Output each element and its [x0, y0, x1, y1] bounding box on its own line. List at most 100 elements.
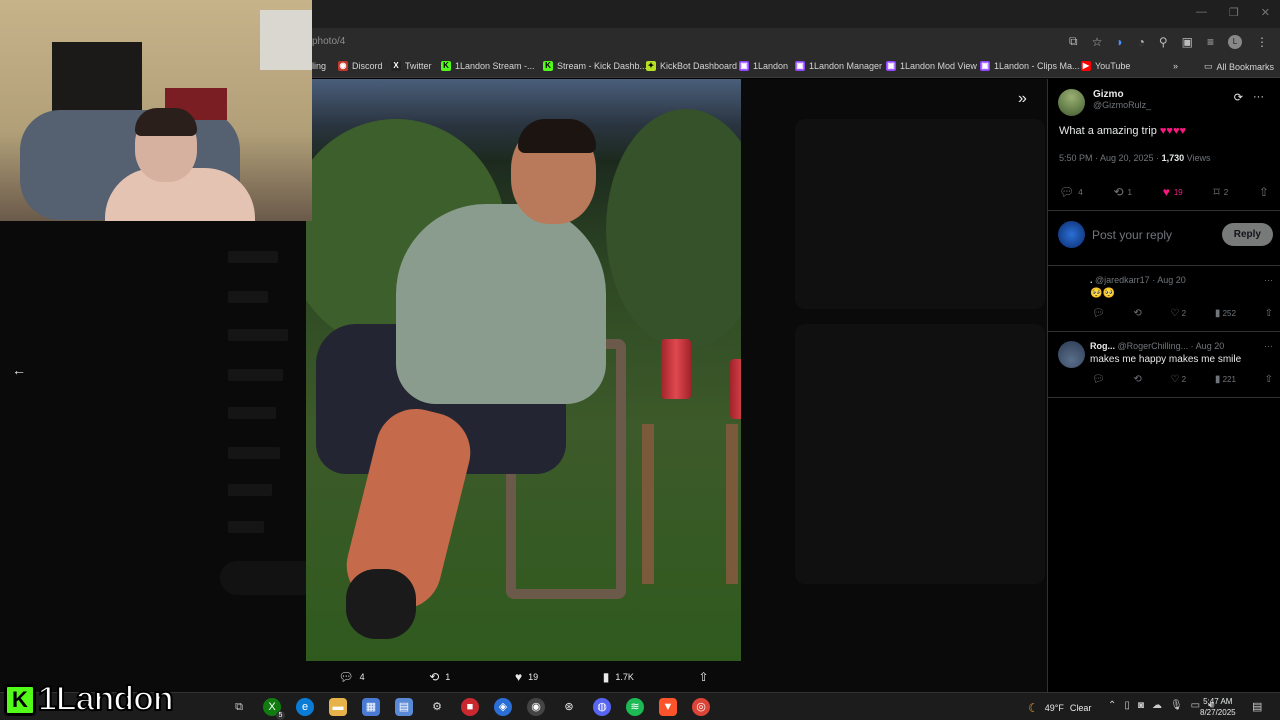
store-icon[interactable]: ▦: [362, 698, 380, 716]
photo-reply-button[interactable]: 💬︎ 4: [338, 670, 364, 684]
share-icon[interactable]: ⇧: [1265, 308, 1273, 319]
like-button[interactable]: ♡ 2: [1170, 308, 1186, 319]
discord-icon[interactable]: ◍: [593, 698, 611, 716]
settings-gear-icon[interactable]: ⚙: [428, 698, 446, 716]
repost-button[interactable]: ⟲ 1: [1113, 185, 1132, 199]
post-photo[interactable]: [306, 79, 741, 661]
avatar[interactable]: [1058, 89, 1085, 116]
bookmark-label: KickBot Dashboard: [660, 61, 738, 71]
install-app-icon[interactable]: ⧉: [1069, 34, 1078, 49]
share-button[interactable]: ⇧: [1259, 185, 1269, 199]
incognito-icon[interactable]: ◔: [1138, 35, 1145, 49]
more-options-icon[interactable]: ···: [1264, 275, 1273, 285]
taskbar-clock[interactable]: 5:47 AM 8/27/2025: [1200, 696, 1236, 718]
reply-author-handle[interactable]: @jaredkarr17 · Aug 20: [1095, 275, 1186, 285]
bookmark-item[interactable]: ▣ 1Landon - Clips Ma...: [980, 61, 1080, 71]
all-bookmarks[interactable]: ▭ All Bookmarks: [1204, 61, 1274, 72]
calculator-icon[interactable]: ▤: [395, 698, 413, 716]
bookmark-item[interactable]: ▶ YouTube: [1081, 61, 1130, 71]
profile-avatar[interactable]: L: [1228, 34, 1242, 49]
xbox-icon[interactable]: X5: [263, 698, 285, 720]
bookmark-button[interactable]: ⌑ 2: [1214, 185, 1229, 199]
tweet-timestamp[interactable]: 5:50 PM · Aug 20, 2025 ·: [1059, 153, 1159, 163]
tweet-author-handle[interactable]: @GizmoRulz_: [1093, 100, 1151, 110]
bookmark-item[interactable]: ▣ 1Landon: [739, 61, 788, 71]
weather-temperature: 49°F: [1044, 703, 1064, 713]
sidebar-icon[interactable]: ▣: [1182, 35, 1193, 49]
reply-author-name[interactable]: Rog...: [1090, 341, 1115, 351]
file-explorer-icon[interactable]: ▬: [329, 698, 347, 716]
tweet-author-name[interactable]: Gizmo: [1093, 89, 1151, 100]
microphone-icon[interactable]: 🎙︎: [1170, 700, 1183, 711]
bookmark-item[interactable]: ◉ Discord: [338, 61, 383, 71]
chevron-up-icon[interactable]: ⌃: [1108, 700, 1116, 711]
tray-app-icon[interactable]: ▯: [1124, 700, 1130, 711]
repost-icon[interactable]: ⟲: [1133, 374, 1141, 385]
menu-kebab-icon[interactable]: ⋮: [1256, 35, 1268, 49]
steam-icon[interactable]: ⊛: [560, 698, 578, 716]
views-icon: ▮: [1214, 374, 1221, 385]
like-button[interactable]: ♡ 2: [1170, 374, 1186, 385]
weather-widget[interactable]: ☾ 49°F Clear: [1028, 701, 1091, 715]
back-arrow-icon[interactable]: ←: [12, 362, 26, 378]
task-view-icon[interactable]: ⧉: [230, 698, 248, 716]
vpn-icon[interactable]: ◈: [494, 698, 512, 716]
extension-icon[interactable]: ◗: [1116, 35, 1123, 49]
bookmark-item[interactable]: ▣ 1Landon Mod View: [886, 61, 977, 71]
recording-app-icon[interactable]: ■: [461, 698, 479, 716]
heart-icon: ♡: [1170, 374, 1180, 385]
media-icon[interactable]: ≡: [1207, 35, 1214, 49]
grok-icon[interactable]: ⟳: [1234, 91, 1243, 104]
expand-panel-icon[interactable]: »: [1018, 90, 1027, 108]
reply-author-handle[interactable]: @RogerChilling... · Aug 20: [1118, 341, 1225, 351]
notification-icon[interactable]: ▤: [1252, 700, 1262, 713]
more-options-icon[interactable]: ···: [1253, 91, 1264, 104]
share-icon[interactable]: ⇧: [1265, 374, 1273, 385]
url-text[interactable]: photo/4: [312, 36, 345, 47]
bookmark-item[interactable]: K Stream - Kick Dashb...: [543, 61, 647, 71]
like-button[interactable]: ♥ 19: [1163, 185, 1183, 199]
restore-icon[interactable]: ❐: [1229, 6, 1239, 19]
photo-repost-button[interactable]: ⟲ 1: [429, 670, 450, 684]
puzzle-icon[interactable]: ⚲: [1159, 35, 1168, 49]
reply-icon[interactable]: 💬︎: [1092, 374, 1105, 385]
reply-item[interactable]: Rog... @RogerChilling... · Aug 20 ··· ma…: [1058, 341, 1273, 385]
bookmark-item[interactable]: ▣ 1Landon Manager: [795, 61, 882, 71]
bookmark-star-icon[interactable]: ☆: [1092, 35, 1103, 49]
bookmark-label: Discord: [352, 61, 383, 71]
bookmark-item[interactable]: X Twitter: [391, 61, 432, 71]
brave-icon[interactable]: ▼: [659, 698, 677, 716]
views-button[interactable]: ▮ 252: [1215, 308, 1236, 319]
reply-button[interactable]: 💬︎ 4: [1059, 185, 1083, 199]
repost-icon[interactable]: ⟲: [1133, 308, 1141, 319]
edge-icon[interactable]: e: [296, 698, 314, 716]
more-bookmarks-icon[interactable]: »: [1173, 61, 1178, 71]
spotify-icon[interactable]: ≋: [626, 698, 644, 716]
photo-like-button[interactable]: ♥ 19: [515, 670, 538, 684]
photo-views-button[interactable]: ▮ 1.7K: [603, 670, 634, 684]
photo-share-button[interactable]: ⇧: [699, 670, 709, 684]
reply-input[interactable]: Post your reply: [1092, 228, 1215, 242]
network-icon[interactable]: ▭: [1191, 700, 1200, 711]
views-count: 221: [1222, 375, 1236, 384]
chrome-icon[interactable]: ◎: [692, 698, 710, 716]
more-options-icon[interactable]: ···: [1264, 341, 1273, 351]
reply-item[interactable]: . @jaredkarr17 · Aug 20 ··· 🥺🥺 💬︎ ⟲ ♡ 2 …: [1058, 275, 1273, 319]
tray-app-icon[interactable]: ◙: [1138, 700, 1144, 711]
cloud-icon[interactable]: ☁: [1152, 700, 1162, 711]
weather-condition: Clear: [1069, 703, 1092, 713]
avatar[interactable]: [1058, 341, 1085, 368]
bookmark-favicon-icon: X: [391, 61, 401, 71]
bookmark-item[interactable]: K 1Landon Stream -...: [441, 61, 535, 71]
reply-submit-button[interactable]: Reply: [1221, 223, 1273, 246]
dim-nav-item: [228, 407, 276, 419]
obs-icon[interactable]: ◉: [527, 698, 545, 716]
taskbar-apps: ⧉ X5 e ▬ ▦ ▤ ⚙ ■ ◈ ◉ ⊛ ◍ ≋ ▼ ◎: [230, 698, 710, 720]
minimize-icon[interactable]: —: [1196, 6, 1207, 19]
bookmark-item[interactable]: ling: [312, 61, 326, 71]
views-button[interactable]: ▮ 221: [1215, 374, 1236, 385]
reply-icon[interactable]: 💬︎: [1092, 308, 1105, 319]
reply-author-name[interactable]: .: [1090, 275, 1093, 285]
bookmark-item[interactable]: ✦ KickBot Dashboard: [646, 61, 737, 71]
close-icon[interactable]: ✕: [1261, 6, 1270, 19]
